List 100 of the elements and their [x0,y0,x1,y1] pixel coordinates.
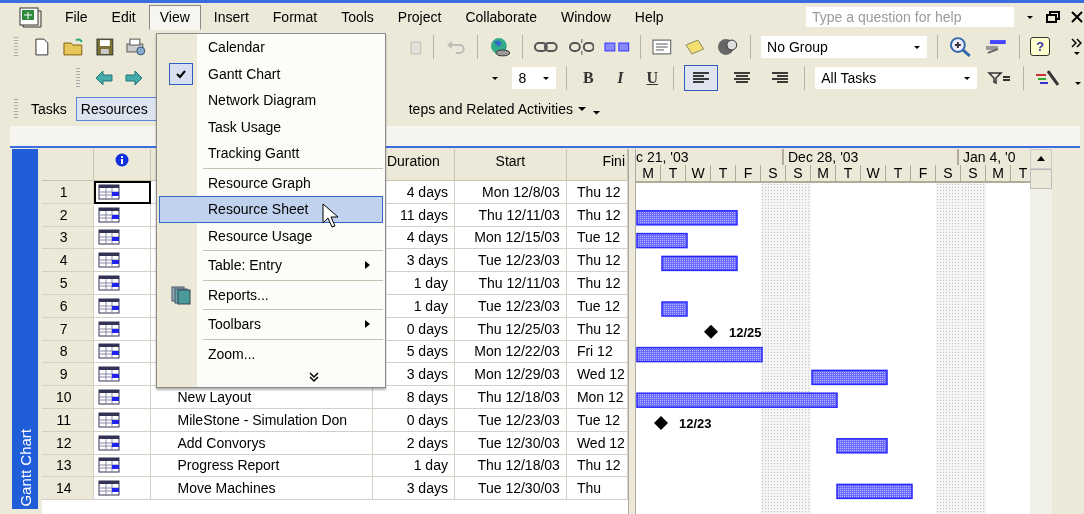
save-icon[interactable] [95,36,116,57]
row-number[interactable]: 14 [42,477,95,501]
row-number[interactable]: 10 [42,386,95,409]
menu-item[interactable]: Window [550,4,622,30]
arrow-left-icon[interactable] [93,68,114,87]
row-number[interactable]: 13 [42,454,95,478]
task-bar[interactable] [836,483,913,500]
indicator-cell[interactable] [94,386,152,409]
indicator-cell[interactable] [94,203,152,227]
format-button[interactable]: U [641,68,664,87]
activities-dropdown[interactable]: teps and Related Activities [408,100,573,117]
task-table-icon [98,229,121,246]
vertical-scrollbar[interactable] [1030,149,1052,514]
app-icon[interactable] [18,6,44,28]
table-cell: Thu 12/11/03 [454,203,567,227]
indicator-cell[interactable] [94,408,152,432]
task-table-icon [98,343,121,360]
expand-menu-icon[interactable] [308,371,320,383]
font-size-dropdown[interactable]: 8 [512,66,557,89]
filter-dropdown[interactable]: All Tasks [815,66,978,89]
globe-icon[interactable] [488,35,512,58]
indicator-cell[interactable] [94,272,152,295]
task-bar[interactable] [636,346,763,363]
column-header[interactable]: Fini [567,149,628,181]
indicator-cell[interactable] [94,181,152,204]
menu-entry[interactable]: Gantt Chart [159,60,383,87]
menu-item[interactable]: Project [386,4,453,30]
task-bar[interactable] [661,301,688,317]
row-number[interactable]: 7 [42,317,95,341]
task-bar[interactable] [836,438,888,454]
row-number[interactable]: 12 [42,431,95,455]
timescale-day: M [811,165,836,181]
indicator-cell[interactable] [94,431,152,455]
table-cell: Tue 12/23/03 [454,408,567,432]
scroll-thumb[interactable] [1030,169,1052,189]
task-information-icon[interactable] [651,36,673,57]
menu-item[interactable]: View [148,4,201,30]
close-icon[interactable] [1070,11,1084,23]
indicator-cell[interactable] [94,340,152,364]
row-number[interactable]: 4 [42,249,95,273]
indicator-cell[interactable] [94,477,152,501]
task-bar[interactable] [636,210,738,226]
menu-item[interactable]: Collaborate [454,4,548,30]
unlink-icon[interactable] [568,36,595,57]
menu-item[interactable]: Insert [202,4,260,30]
table-cell: Tue 12/30/03 [454,431,567,455]
timescale-day: F [911,165,936,181]
row-number[interactable]: 3 [42,226,95,250]
row-number[interactable]: 8 [42,340,95,364]
scroll-up-icon[interactable] [1035,154,1047,164]
help-search-field[interactable]: Type a question for help [806,7,1014,27]
indicator-cell[interactable] [94,363,152,387]
indicator-cell[interactable] [94,226,152,250]
restore-icon[interactable] [1046,11,1060,23]
group-dropdown[interactable]: No Group [761,35,928,58]
menu-item[interactable]: File [54,4,99,30]
format-button[interactable]: I [609,68,632,87]
indicator-cell[interactable] [94,317,152,341]
task-table-icon [98,457,121,474]
menu-item[interactable]: Edit [100,4,147,30]
task-table-icon [98,480,121,497]
row-number[interactable]: 9 [42,363,95,387]
open-folder-icon[interactable] [61,36,86,57]
menu-item[interactable]: Tools [330,4,385,30]
task-bar[interactable] [636,232,688,249]
arrow-right-icon[interactable] [123,68,144,87]
row-number[interactable]: 2 [42,203,95,227]
menu-item[interactable]: Format [261,4,329,30]
task-table-icon [98,366,121,383]
print-icon[interactable] [125,36,147,57]
row-number[interactable]: 1 [42,181,95,204]
menu-item[interactable]: Help [623,4,675,30]
indicator-cell[interactable] [94,454,152,478]
task-table-icon [98,411,121,428]
guide-tab[interactable]: Tasks [26,96,72,121]
align-left-icon[interactable] [684,64,719,91]
milestone-diamond[interactable] [654,416,668,430]
task-bar[interactable] [636,392,838,408]
timescale-day: M [636,165,661,181]
column-header[interactable]: Start [454,149,567,181]
menu-entry[interactable]: Calendar [159,34,383,61]
report-stack-icon [170,284,192,305]
task-bar[interactable] [811,369,888,386]
task-name: Progress Report [177,457,280,474]
row-number[interactable]: 5 [42,272,95,295]
milestone-diamond[interactable] [704,324,718,339]
task-table-icon [98,252,121,269]
task-bar[interactable] [661,255,738,272]
row-number[interactable]: 6 [42,295,95,318]
info-icon [115,153,130,167]
timescale-day: T [711,165,736,181]
timescale-day: S [761,165,786,181]
indicator-cell[interactable] [94,249,152,273]
indicator-cell[interactable] [94,295,152,318]
timescale-day: W [686,165,711,181]
table-cell: Thu 12/25/03 [454,317,567,341]
row-number[interactable]: 11 [42,408,95,432]
help-button[interactable]: ? [1030,37,1051,56]
format-button[interactable]: B [577,68,600,87]
task-name: Move Machines [177,480,276,497]
